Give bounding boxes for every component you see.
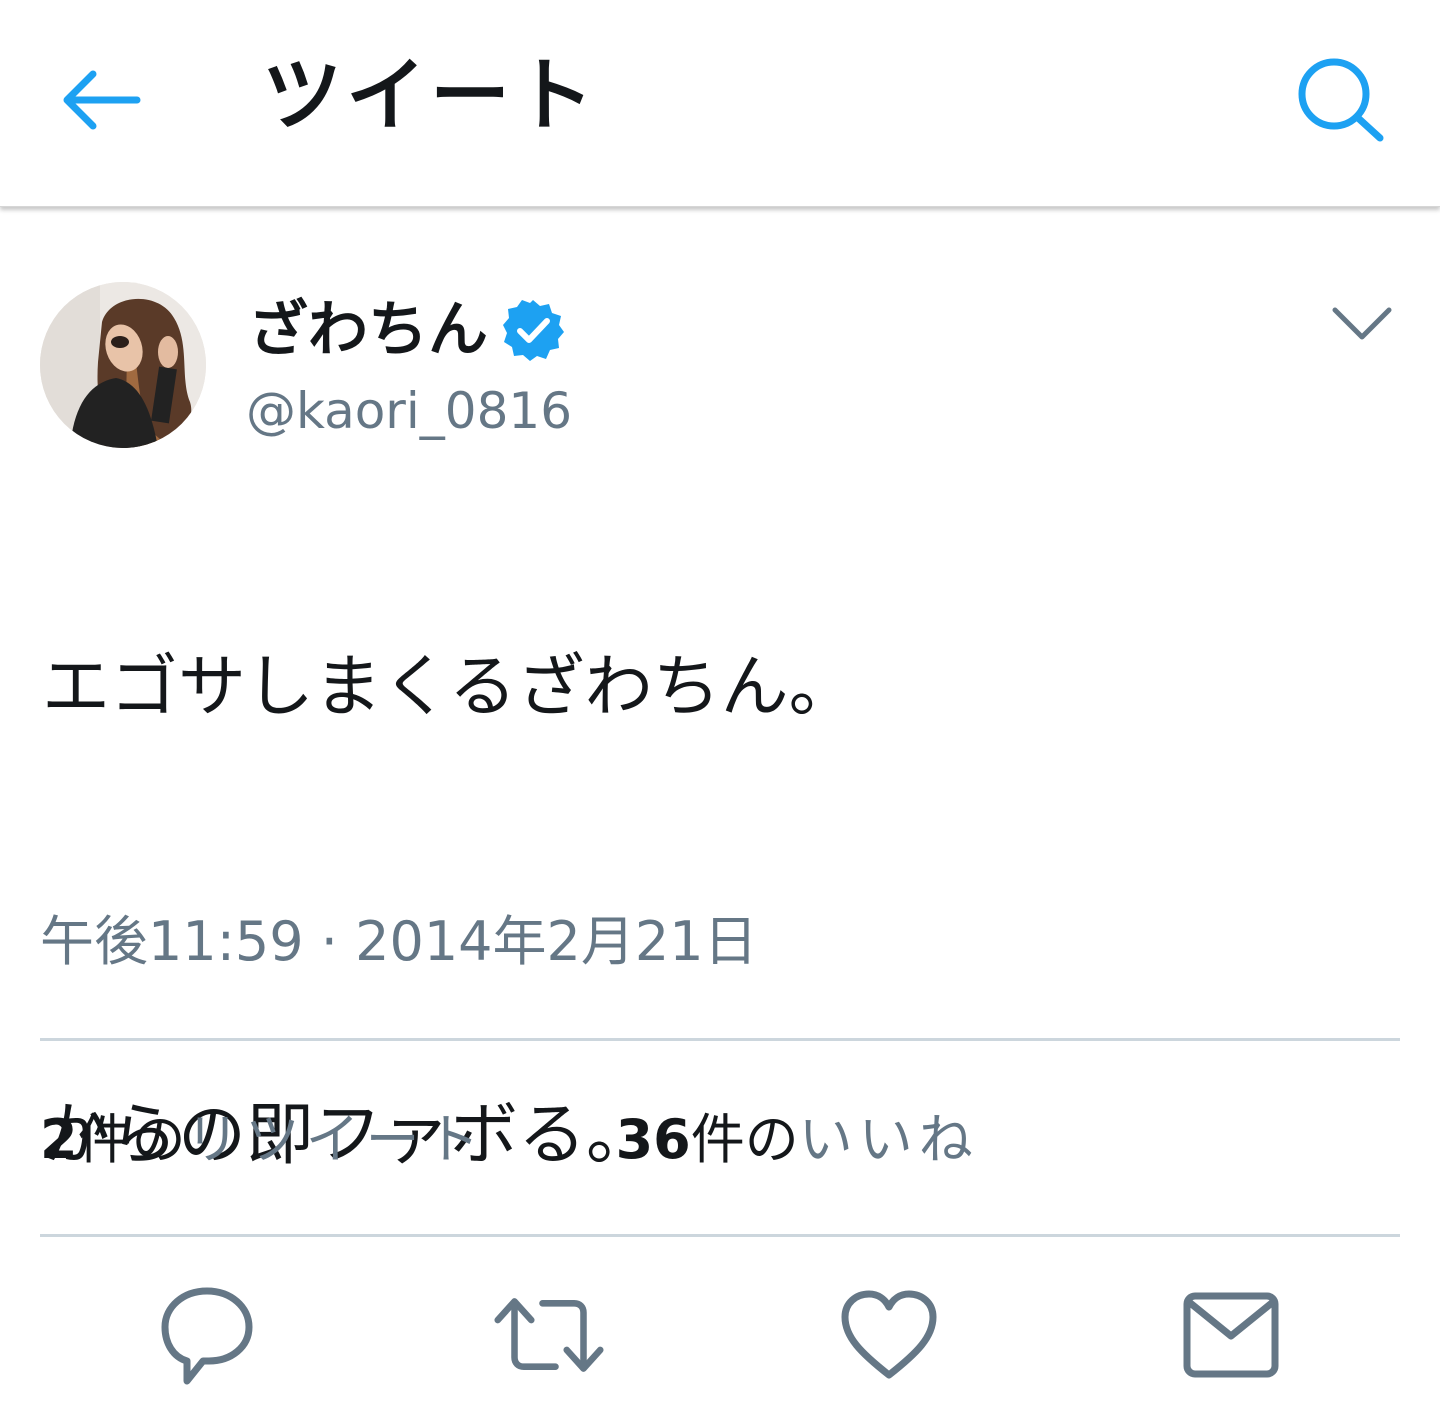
tweet-timestamp[interactable]: 午後11:59 · 2014年2月21日	[40, 906, 758, 978]
divider	[40, 1038, 1400, 1041]
arrow-left-icon	[63, 70, 141, 130]
author-display-name: ざわちん	[248, 295, 488, 365]
tweet-stats: 2 件の リツイート 36 件の いいね	[40, 1102, 979, 1178]
search-button[interactable]	[1290, 52, 1394, 148]
back-button[interactable]	[56, 62, 144, 138]
retweet-button[interactable]	[494, 1280, 604, 1390]
author-display-name-row[interactable]: ざわちん	[248, 292, 566, 368]
retweet-count-label: リツイート	[185, 1108, 486, 1171]
like-count: 36	[615, 1108, 691, 1171]
avatar[interactable]	[40, 282, 206, 448]
tweet-options-button[interactable]	[1326, 296, 1398, 352]
like-count-link[interactable]: 36 件の いいね	[616, 1102, 979, 1178]
retweet-count-link[interactable]: 2 件の リツイート	[40, 1102, 486, 1178]
chevron-down-icon	[1332, 307, 1392, 340]
top-app-bar: ツイート	[0, 0, 1440, 207]
reply-icon	[161, 1287, 253, 1385]
retweet-icon	[494, 1298, 604, 1372]
retweet-count-unit: 件の	[77, 1108, 186, 1171]
page-title: ツイート	[262, 49, 598, 142]
retweet-count: 2	[40, 1108, 78, 1171]
author-username[interactable]: @kaori_0816	[246, 380, 572, 442]
like-count-unit: 件の	[690, 1108, 799, 1171]
like-count-label: いいね	[798, 1108, 979, 1171]
search-icon	[1298, 58, 1384, 142]
verified-badge-icon	[500, 297, 566, 363]
profile-photo	[40, 282, 206, 448]
heart-icon	[841, 1290, 937, 1379]
divider	[40, 1234, 1400, 1237]
direct-message-button[interactable]	[1176, 1280, 1286, 1390]
reply-button[interactable]	[152, 1280, 262, 1390]
tweet-text-line: エゴサしまくるざわちん。	[42, 648, 857, 727]
tweet-action-bar	[0, 1280, 1440, 1390]
like-button[interactable]	[834, 1280, 944, 1390]
envelope-icon	[1183, 1292, 1279, 1378]
